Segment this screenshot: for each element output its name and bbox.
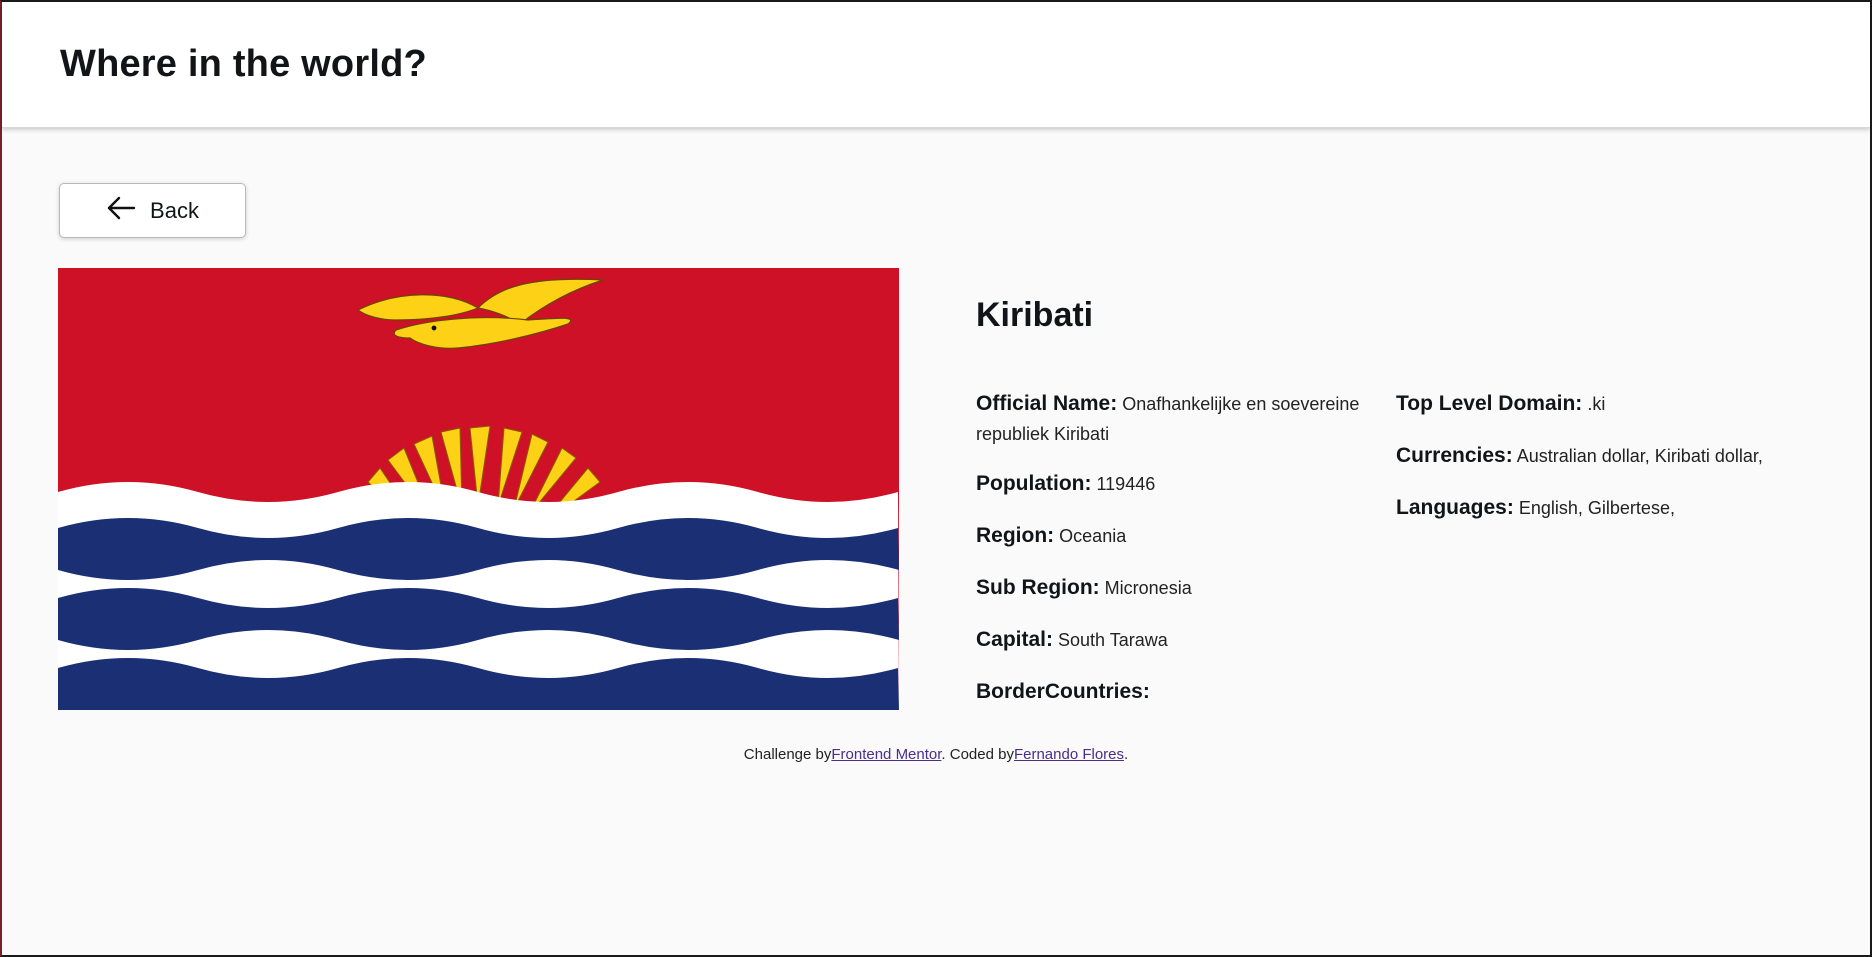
currencies-label: Currencies:: [1396, 444, 1513, 467]
region-value: Oceania: [1059, 526, 1127, 546]
official-name-label: Official Name:: [976, 392, 1118, 415]
region-label: Region:: [976, 524, 1055, 547]
author-link[interactable]: Fernando Flores: [1014, 746, 1124, 763]
footer-prefix: Challenge by: [743, 746, 832, 763]
official-name-row: Official Name: Onafhankelijke en soevere…: [976, 389, 1376, 449]
capital-label: Capital:: [976, 628, 1054, 651]
capital-value: South Tarawa: [1058, 630, 1168, 650]
tld-label: Top Level Domain:: [1396, 392, 1583, 415]
site-header: Where in the world?: [2, 2, 1870, 128]
languages-value: English, Gilbertese,: [1518, 498, 1675, 518]
kiribati-flag-image: [58, 268, 899, 710]
country-details-primary: Official Name: Onafhankelijke en soevere…: [976, 389, 1376, 729]
attribution-footer: Challenge byFrontend Mentor. Coded byFer…: [0, 746, 1872, 763]
frontend-mentor-link[interactable]: Frontend Mentor: [831, 746, 941, 763]
languages-row: Languages: English, Gilbertese,: [1396, 493, 1816, 523]
tld-value: .ki: [1587, 394, 1606, 414]
capital-row: Capital: South Tarawa: [976, 625, 1376, 655]
country-details-secondary: Top Level Domain: .ki Currencies: Austra…: [1396, 389, 1816, 545]
country-name: Kiribati: [976, 296, 1094, 334]
tld-row: Top Level Domain: .ki: [1396, 389, 1816, 419]
back-button-label: Back: [150, 197, 199, 223]
sub-region-label: Sub Region:: [976, 576, 1100, 599]
site-title: Where in the world?: [60, 43, 427, 85]
currencies-value: Australian dollar, Kiribati dollar,: [1516, 446, 1763, 466]
arrow-left-icon: [106, 196, 136, 225]
languages-label: Languages:: [1396, 496, 1514, 519]
currencies-row: Currencies: Australian dollar, Kiribati …: [1396, 441, 1816, 471]
region-row: Region: Oceania: [976, 521, 1376, 551]
population-label: Population:: [976, 472, 1092, 495]
back-button[interactable]: Back: [59, 183, 246, 238]
footer-middle: . Coded by: [941, 746, 1014, 763]
population-value: 119446: [1096, 474, 1156, 494]
footer-suffix: .: [1124, 746, 1129, 763]
border-countries-label: BorderCountries:: [976, 680, 1150, 703]
sub-region-row: Sub Region: Micronesia: [976, 573, 1376, 603]
border-countries-row: BorderCountries:: [976, 677, 1376, 707]
population-row: Population: 119446: [976, 469, 1376, 499]
sub-region-value: Micronesia: [1104, 578, 1192, 598]
